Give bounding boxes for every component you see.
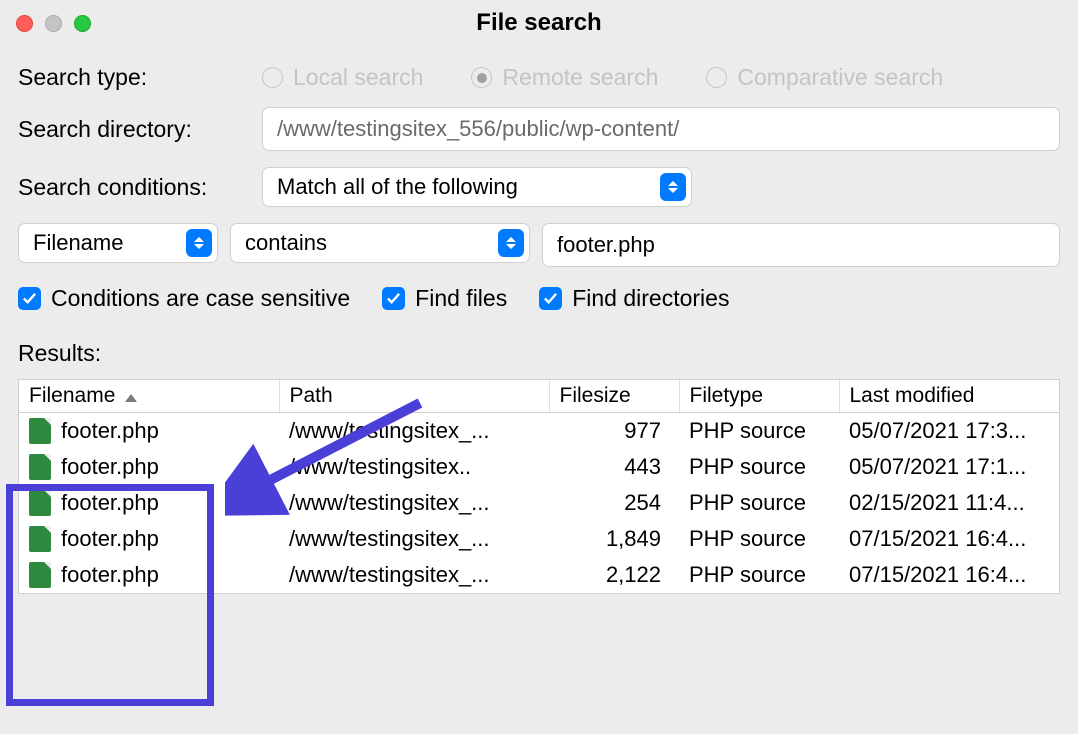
table-row[interactable]: footer.php/www/testingsitex_...1,849PHP …: [19, 521, 1059, 557]
radio-label: Comparative search: [737, 64, 943, 91]
window-title: File search: [476, 9, 601, 37]
select-value: Match all of the following: [277, 174, 518, 200]
select-value: Filename: [33, 230, 123, 256]
table-row[interactable]: footer.php/www/testingsitex_...254PHP so…: [19, 485, 1059, 521]
cell-filetype: PHP source: [679, 413, 839, 450]
radio-local-search[interactable]: Local search: [262, 64, 423, 91]
window-titlebar: File search: [0, 0, 1078, 46]
cell-filetype: PHP source: [679, 557, 839, 593]
cell-filename: footer.php: [61, 526, 159, 552]
cell-modified: 07/15/2021 16:4...: [839, 557, 1059, 593]
search-type-radio-group: Local search Remote search Comparative s…: [262, 64, 943, 91]
column-header-modified[interactable]: Last modified: [839, 380, 1059, 413]
find-directories-checkbox[interactable]: Find directories: [539, 285, 729, 312]
cell-filetype: PHP source: [679, 521, 839, 557]
cell-modified: 07/15/2021 16:4...: [839, 521, 1059, 557]
cell-path: /www/testingsitex_...: [279, 413, 549, 450]
select-arrows-icon: [186, 229, 212, 257]
results-table: Filename Path Filesize Filetype Last mod…: [18, 379, 1060, 594]
checkbox-label: Conditions are case sensitive: [51, 285, 350, 312]
cell-filename: footer.php: [61, 418, 159, 444]
checkbox-icon: [539, 287, 562, 310]
cell-filesize: 1,849: [549, 521, 679, 557]
column-header-path[interactable]: Path: [279, 380, 549, 413]
condition-value-input[interactable]: footer.php: [542, 223, 1060, 267]
cell-filetype: PHP source: [679, 485, 839, 521]
cell-path: /www/testingsitex_...: [279, 485, 549, 521]
column-header-filesize[interactable]: Filesize: [549, 380, 679, 413]
cell-filesize: 443: [549, 449, 679, 485]
sort-ascending-icon: [125, 394, 137, 402]
cell-modified: 02/15/2021 11:4...: [839, 485, 1059, 521]
search-directory-label: Search directory:: [18, 116, 262, 143]
search-conditions-select[interactable]: Match all of the following: [262, 167, 692, 207]
select-arrows-icon: [498, 229, 524, 257]
search-directory-input[interactable]: /www/testingsitex_556/public/wp-content/: [262, 107, 1060, 151]
radio-label: Local search: [293, 64, 423, 91]
close-window-button[interactable]: [16, 15, 33, 32]
cell-filename: footer.php: [61, 454, 159, 480]
cell-filetype: PHP source: [679, 449, 839, 485]
find-files-checkbox[interactable]: Find files: [382, 285, 507, 312]
cell-filesize: 254: [549, 485, 679, 521]
case-sensitive-checkbox[interactable]: Conditions are case sensitive: [18, 285, 350, 312]
table-row[interactable]: footer.php/www/testingsitex_...2,122PHP …: [19, 557, 1059, 593]
php-file-icon: [29, 454, 51, 480]
column-header-filename[interactable]: Filename: [19, 380, 279, 413]
checkbox-icon: [382, 287, 405, 310]
column-header-filetype[interactable]: Filetype: [679, 380, 839, 413]
cell-filename: footer.php: [61, 490, 159, 516]
cell-filename: footer.php: [61, 562, 159, 588]
table-row[interactable]: footer.php/www/testingsitex_...977PHP so…: [19, 413, 1059, 450]
cell-filesize: 977: [549, 413, 679, 450]
cell-modified: 05/07/2021 17:3...: [839, 413, 1059, 450]
results-label: Results:: [18, 340, 1060, 367]
condition-field-select[interactable]: Filename: [18, 223, 218, 263]
cell-filesize: 2,122: [549, 557, 679, 593]
radio-label: Remote search: [502, 64, 658, 91]
php-file-icon: [29, 526, 51, 552]
minimize-window-button[interactable]: [45, 15, 62, 32]
radio-comparative-search[interactable]: Comparative search: [706, 64, 943, 91]
checkbox-label: Find files: [415, 285, 507, 312]
search-conditions-label: Search conditions:: [18, 174, 262, 201]
radio-remote-search[interactable]: Remote search: [471, 64, 658, 91]
php-file-icon: [29, 490, 51, 516]
cell-modified: 05/07/2021 17:1...: [839, 449, 1059, 485]
table-row[interactable]: footer.php/www/testingsitex..443PHP sour…: [19, 449, 1059, 485]
condition-operator-select[interactable]: contains: [230, 223, 530, 263]
traffic-lights: [16, 15, 91, 32]
cell-path: /www/testingsitex_...: [279, 557, 549, 593]
cell-path: /www/testingsitex_...: [279, 521, 549, 557]
search-type-label: Search type:: [18, 64, 262, 91]
select-value: contains: [245, 230, 327, 256]
php-file-icon: [29, 562, 51, 588]
cell-path: /www/testingsitex..: [279, 449, 549, 485]
select-arrows-icon: [660, 173, 686, 201]
maximize-window-button[interactable]: [74, 15, 91, 32]
checkbox-icon: [18, 287, 41, 310]
php-file-icon: [29, 418, 51, 444]
checkbox-label: Find directories: [572, 285, 729, 312]
